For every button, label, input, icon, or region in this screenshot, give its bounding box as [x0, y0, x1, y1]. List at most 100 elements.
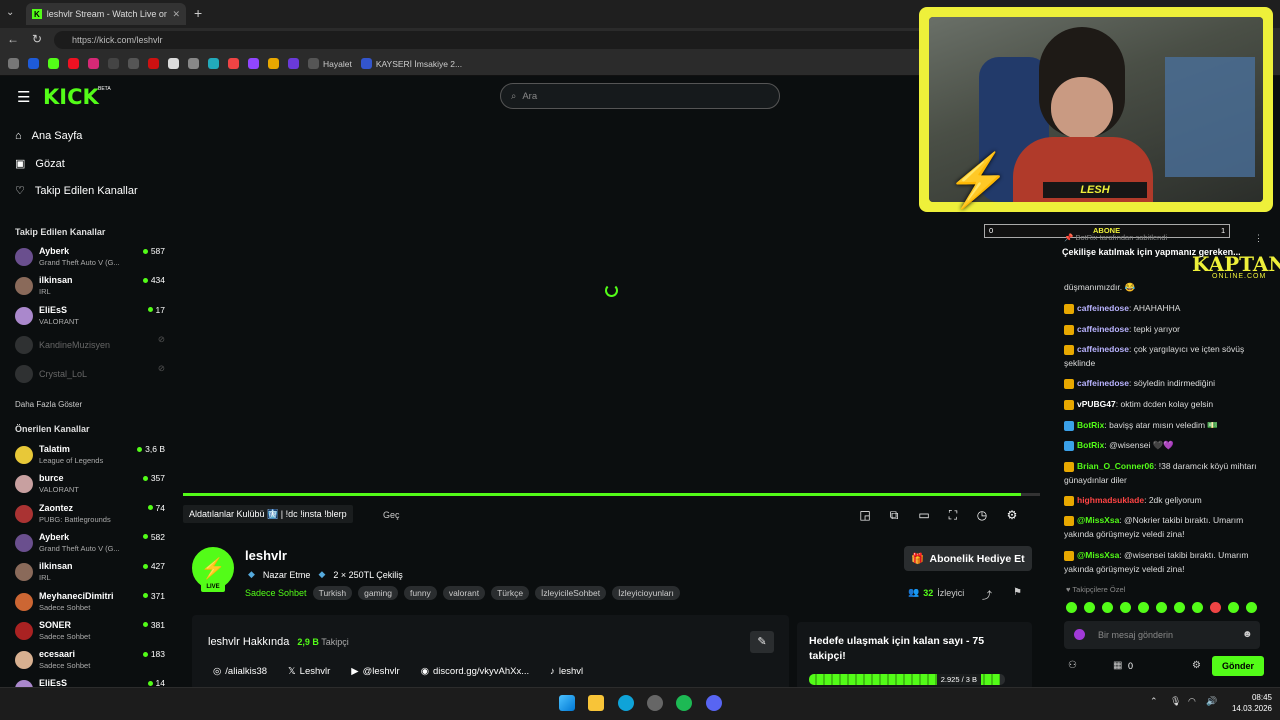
sidebar-channel[interactable]: ilkinsan IRL 427	[15, 561, 165, 587]
emote-icon[interactable]	[1246, 602, 1257, 613]
chat-message[interactable]: caffeinedose: AHAHAHHA	[1064, 301, 1264, 315]
sidebar-channel[interactable]: SONER Sadece Sohbet 381	[15, 620, 165, 646]
emote-icon[interactable]	[1228, 602, 1239, 613]
emote-icon[interactable]	[1066, 602, 1077, 613]
social-link[interactable]: ◎/alialkis38	[213, 666, 267, 677]
chat-username[interactable]: caffeinedose	[1077, 303, 1129, 313]
tag-pill[interactable]: valorant	[442, 586, 486, 600]
channel-name[interactable]: leshvlr	[245, 548, 287, 563]
bookmark-icon[interactable]	[148, 58, 159, 69]
chat-message[interactable]: highmadsuklade: 2dk geliyorum	[1064, 493, 1264, 507]
emoji-icon[interactable]: ☻	[1242, 629, 1253, 640]
twitch-bookmark-icon[interactable]	[248, 58, 259, 69]
new-tab-button[interactable]: +	[194, 5, 202, 21]
bookmark-icon[interactable]	[228, 58, 239, 69]
tiktok-bookmark-icon[interactable]	[108, 58, 119, 69]
edge-icon[interactable]	[618, 695, 634, 711]
social-link[interactable]: ▶ @leshvlr	[351, 666, 399, 677]
show-more-link[interactable]: Daha Fazla Göster	[15, 400, 82, 409]
share-icon[interactable]: ⤴	[982, 587, 992, 602]
emote-icon[interactable]	[1174, 602, 1185, 613]
file-explorer-icon[interactable]	[588, 695, 604, 711]
menu-icon[interactable]: ☰	[17, 88, 30, 106]
url-input[interactable]: https://kick.com/leshvlr	[54, 31, 934, 49]
chat-username[interactable]: caffeinedose	[1077, 378, 1129, 388]
sidebar-channel[interactable]: Crystal_LoL ⊘	[15, 363, 165, 389]
bookmark-icon[interactable]	[168, 58, 179, 69]
chat-settings-icon[interactable]: ⚙	[1192, 660, 1201, 671]
sidebar-channel[interactable]: KandineMuzisyen ⊘	[15, 334, 165, 360]
volume-icon[interactable]: 🔊	[1206, 696, 1217, 707]
bookmark-icon[interactable]	[288, 58, 299, 69]
sidebar-channel[interactable]: Ayberk Grand Theft Auto V (G... 582	[15, 532, 165, 558]
chat-message[interactable]: caffeinedose: tepki yarıyor	[1064, 322, 1264, 336]
search-input[interactable]: ⌕ Ara	[500, 83, 780, 109]
skip-label[interactable]: Geç	[383, 510, 400, 520]
nav-browse[interactable]: ▣ Gözat	[15, 157, 65, 171]
start-icon[interactable]	[559, 695, 575, 711]
tag-pill[interactable]: İzleyicileSohbet	[535, 586, 607, 600]
tag-pill[interactable]: gaming	[358, 586, 399, 600]
sidebar-channel[interactable]: Talatim League of Legends 3,6 B	[15, 444, 165, 470]
chat-username[interactable]: caffeinedose	[1077, 324, 1129, 334]
bookmark-icon[interactable]	[48, 58, 59, 69]
chat-username[interactable]: Brian_O_Conner06	[1077, 461, 1154, 471]
sidebar-channel[interactable]: Ayberk Grand Theft Auto V (G... 587	[15, 246, 165, 272]
tag-pill[interactable]: Turkish	[312, 586, 353, 600]
category-link[interactable]: Sadece Sohbet	[245, 588, 307, 598]
send-button[interactable]: Gönder	[1212, 656, 1264, 676]
avatar-icon[interactable]	[1074, 629, 1085, 640]
nav-home[interactable]: ⌂ Ana Sayfa	[15, 130, 82, 142]
player-progress-bar[interactable]	[183, 493, 1021, 496]
chat-message[interactable]: vPUBG47: oktim dcden kolay gelsin	[1064, 397, 1264, 411]
sidebar-channel[interactable]: Zaontez PUBG: Battlegrounds 74	[15, 503, 165, 529]
emote-icon[interactable]	[1156, 602, 1167, 613]
chat-username[interactable]: caffeinedose	[1077, 344, 1129, 354]
nav-following[interactable]: ♡ Takip Edilen Kanallar	[15, 184, 138, 198]
bookmark-kayseri[interactable]: KAYSERİ İmsakiye 2...	[360, 58, 462, 69]
follow-user-icon[interactable]: ⚑	[1013, 587, 1022, 598]
tab-list-chevron-icon[interactable]: ⌄	[6, 7, 14, 18]
emote-icon[interactable]	[1192, 602, 1203, 613]
x-bookmark-icon[interactable]	[128, 58, 139, 69]
social-link[interactable]: ♪ leshvl	[550, 666, 583, 677]
taskbar-clock[interactable]: 08:45 14.03.2026	[1224, 692, 1272, 714]
bookmark-hayalet[interactable]: Hayalet	[308, 58, 352, 69]
video-player[interactable]	[183, 116, 1040, 529]
chat-username[interactable]: vPUBG47	[1077, 399, 1116, 409]
chat-username[interactable]: @MissXsa	[1077, 550, 1119, 560]
youtube-bookmark-icon[interactable]	[68, 58, 79, 69]
settings-gear-icon[interactable]: ⚙	[1005, 508, 1019, 522]
kick-logo[interactable]: KICK	[43, 85, 99, 109]
discord-icon[interactable]	[706, 695, 722, 711]
chat-username[interactable]: BotRix	[1077, 440, 1104, 450]
social-link[interactable]: ◉ discord.gg/vkyvAhXx...	[421, 666, 529, 677]
sidebar-channel[interactable]: MeyhaneciDimitri Sadece Sohbet 371	[15, 591, 165, 617]
edit-icon[interactable]: ✎	[750, 631, 774, 653]
reload-icon[interactable]: ↻	[32, 32, 42, 46]
tab-close-icon[interactable]: ✕	[172, 9, 180, 20]
emote-icon[interactable]	[1084, 602, 1095, 613]
k-bookmark-icon[interactable]	[268, 58, 279, 69]
miniplayer-icon[interactable]: ◲	[858, 508, 872, 522]
theater-mode-icon[interactable]: ▭	[917, 508, 931, 522]
chat-message-input[interactable]: Bir mesaj gönderin	[1064, 621, 1260, 649]
sidebar-channel[interactable]: ecesaari Sadece Sohbet 183	[15, 649, 165, 675]
chat-message[interactable]: BotRix: bavişş atar mısın veledim 💵	[1064, 418, 1264, 432]
clip-icon[interactable]: ⧉	[887, 508, 901, 522]
chat-username[interactable]: BotRix	[1077, 420, 1104, 430]
chat-username[interactable]: highmadsuklade	[1077, 495, 1144, 505]
tag-pill[interactable]: İzleyicioyunları	[612, 586, 680, 600]
chat-message[interactable]: Brian_O_Conner06: !38 daramcık köyü miht…	[1064, 459, 1264, 487]
wifi-icon[interactable]: ◠	[1188, 696, 1196, 707]
emote-icon[interactable]	[1138, 602, 1149, 613]
spotify-icon[interactable]	[676, 695, 692, 711]
bookmark-icon[interactable]	[8, 58, 19, 69]
chat-message[interactable]: caffeinedose: söyledin indirmediğini	[1064, 376, 1264, 390]
chat-username[interactable]: @MissXsa	[1077, 515, 1119, 525]
bookmark-icon[interactable]	[208, 58, 219, 69]
microphone-icon[interactable]: 🎙	[1170, 696, 1181, 707]
emote-icon[interactable]	[1210, 602, 1221, 613]
gift-subscription-button[interactable]: 🎁 Abonelik Hediye Et	[904, 546, 1032, 571]
tray-chevron-icon[interactable]: ⌃	[1150, 696, 1158, 707]
